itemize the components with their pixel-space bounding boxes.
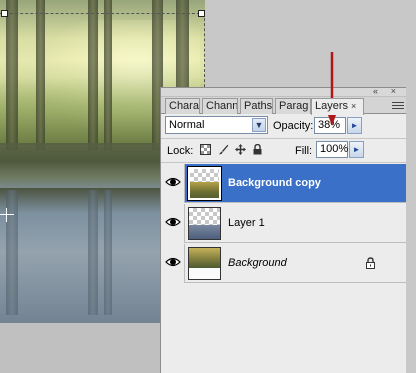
fill-label: Fill: xyxy=(295,145,313,157)
opacity-slider-triangle-right-icon[interactable]: ► xyxy=(347,117,362,134)
tab-label: Chara xyxy=(169,100,199,112)
annotation-arrow-icon xyxy=(324,52,340,126)
lock-transparent-icon[interactable] xyxy=(200,144,211,155)
layer-row-background-copy[interactable]: Background copy xyxy=(161,164,406,203)
tab-character[interactable]: Chara xyxy=(165,98,200,114)
move-icon[interactable] xyxy=(235,144,246,155)
divider xyxy=(161,162,406,163)
crosshair-cursor-icon xyxy=(0,208,14,222)
eye-icon xyxy=(165,217,181,227)
visibility-toggle[interactable] xyxy=(161,164,185,203)
layer-row-layer-1[interactable]: Layer 1 xyxy=(161,204,406,243)
tree-trunk xyxy=(36,0,45,150)
tab-close-icon[interactable]: × xyxy=(351,101,356,111)
blend-mode-select[interactable]: Normal ▼ xyxy=(165,116,268,134)
transparency-checker xyxy=(190,169,219,182)
brush-icon[interactable] xyxy=(218,144,229,155)
tab-paragraph[interactable]: Parag xyxy=(275,98,311,114)
panel-close-button[interactable]: × xyxy=(391,86,396,96)
chevron-down-icon[interactable]: ▼ xyxy=(252,118,266,132)
opacity-label: Opacity: xyxy=(273,120,314,132)
layer-name: Background xyxy=(228,257,287,269)
tab-channels[interactable]: Chann xyxy=(202,98,238,114)
layers-panel: « × Chara Chann Paths Parag Layers × Norm… xyxy=(160,86,406,373)
panel-title-bar[interactable]: « × xyxy=(161,86,406,97)
blend-options-row: Normal ▼ Opacity: 38% ► xyxy=(161,115,406,137)
layer-thumbnail xyxy=(188,247,221,280)
tab-label: Layers xyxy=(315,100,349,112)
tab-layers[interactable]: Layers × xyxy=(311,98,364,115)
eye-icon xyxy=(165,257,181,267)
selection-marquee xyxy=(0,13,205,14)
tree-trunk xyxy=(6,0,18,150)
thumbnail-image xyxy=(189,225,220,239)
transform-handle[interactable] xyxy=(198,10,205,17)
layers-list-empty-area xyxy=(161,283,406,373)
tab-label: Chann xyxy=(206,100,238,112)
thumbnail-image-lower xyxy=(189,268,220,279)
tree-trunk xyxy=(104,0,112,150)
layer-name: Layer 1 xyxy=(228,217,265,229)
lock-icon xyxy=(366,257,375,269)
panel-collapse-button[interactable]: « xyxy=(373,86,378,96)
layer-row-background[interactable]: Background xyxy=(161,244,406,283)
tab-label: Parag xyxy=(279,100,309,112)
layer-thumbnail xyxy=(188,207,221,240)
layer-name: Background copy xyxy=(228,177,321,189)
thumbnail-image xyxy=(190,182,219,198)
lock-icon[interactable] xyxy=(252,144,263,155)
lock-label: Lock: xyxy=(167,145,194,157)
visibility-toggle[interactable] xyxy=(161,244,185,283)
thumbnail-image xyxy=(189,248,220,268)
fill-field[interactable]: 100% xyxy=(316,141,348,158)
eye-icon xyxy=(165,177,181,187)
panel-tabs: Chara Chann Paths Parag Layers × xyxy=(161,97,406,115)
transparency-checker xyxy=(189,208,220,225)
visibility-toggle[interactable] xyxy=(161,204,185,243)
panel-menu-icon[interactable] xyxy=(392,100,404,111)
blend-mode-value: Normal xyxy=(169,119,205,131)
tree-trunk xyxy=(88,0,98,150)
lock-fill-row: Lock: Fill: 100% ► xyxy=(161,139,406,161)
tab-paths[interactable]: Paths xyxy=(240,98,273,114)
transform-handle[interactable] xyxy=(1,10,8,17)
fill-slider-triangle-right-icon[interactable]: ► xyxy=(349,141,364,158)
tab-label: Paths xyxy=(244,100,273,112)
layer-thumbnail xyxy=(187,166,222,201)
fill-value: 100% xyxy=(320,143,349,155)
